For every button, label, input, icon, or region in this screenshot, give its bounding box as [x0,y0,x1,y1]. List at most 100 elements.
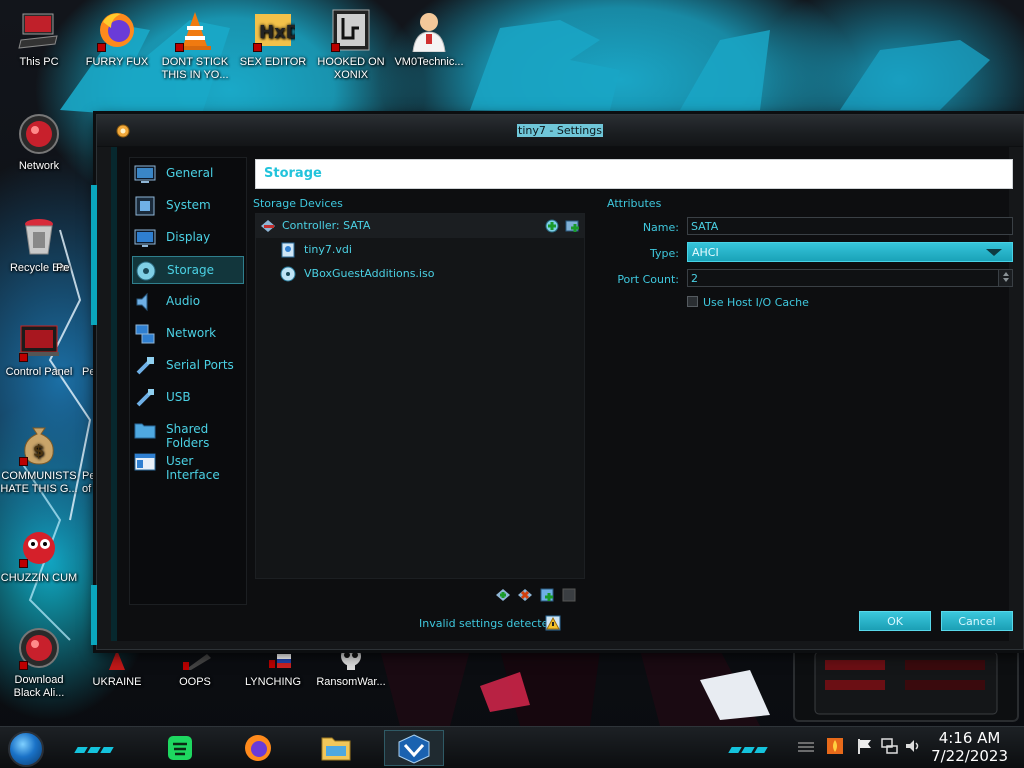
start-button[interactable] [8,731,44,767]
add-controller-icon[interactable] [495,587,511,603]
attributes-heading: Attributes [607,197,662,210]
desktop-icon-label: HOOKED ON XONIX [317,56,385,81]
host-io-cache-checkbox[interactable] [687,296,698,307]
taskbar-spotify[interactable] [156,730,204,766]
desktop-icon-network[interactable]: Network [0,112,78,173]
general-icon [134,165,156,183]
serial-ports-icon [136,357,154,375]
controller-row[interactable]: Controller: SATA [256,214,584,238]
desktop-icon-label: Pe of [82,470,96,495]
page-title: Storage [255,159,1013,189]
invalid-settings-message: Invalid settings detected [419,617,556,630]
type-select-value: AHCI [692,246,719,259]
virtualbox-icon [398,734,430,764]
desktop-icon-dont-stick[interactable]: DONT STICK THIS IN YO... [156,8,234,82]
chuzzle-icon [17,524,61,568]
hard-disk-icon [281,242,295,258]
desktop-icon-label: Pe [82,366,96,378]
storage-icon [136,261,156,281]
cancel-button[interactable]: Cancel [941,611,1013,631]
desktop-icon-this-pc[interactable]: This PC [0,8,78,69]
controller-icon [261,220,275,232]
clock-date: 7/22/2023 [931,747,1008,765]
xonix-game-icon [329,8,373,52]
nav-item-shared-folders[interactable]: Shared Folders [132,416,244,450]
desktop-icon-vm0technic[interactable]: VM0Technic... [390,8,468,69]
firefox-icon [245,735,271,761]
desktop-icon-chuzzin[interactable]: CHUZZIN CUM [0,524,78,585]
taskbar: 4:16 AM 7/22/2023 [0,726,1024,768]
window-content: General System Display Storage Audio Net… [111,147,1013,641]
hxd-icon: HxD [251,8,301,52]
desktop-icon-label: Network [18,160,60,172]
desktop-icon-label: SEX EDITOR [239,56,307,68]
network-orb-icon [17,112,61,156]
add-hard-disk-icon[interactable] [564,218,580,234]
host-io-cache-label: Use Host I/O Cache [703,296,809,309]
storage-tree[interactable]: Controller: SATA tiny7.vdi VBoxGuestAddi… [255,213,585,579]
remove-attachment-icon[interactable] [561,587,577,603]
add-optical-drive-icon[interactable] [544,218,560,234]
window-titlebar[interactable]: tiny7 - Settings [97,115,1023,147]
device-row-iso[interactable]: VBoxGuestAdditions.iso [256,262,584,286]
window-title: tiny7 - Settings [517,124,603,137]
nav-item-audio[interactable]: Audio [132,288,244,316]
nav-item-usb[interactable]: USB [132,384,244,412]
chevron-down-icon [986,249,1002,256]
taskbar-firefox[interactable] [234,730,282,766]
desktop-icon-communists[interactable]: $ COMMUNISTS HATE THIS G... [0,422,78,496]
remove-controller-icon[interactable] [517,587,533,603]
taskbar-clock[interactable]: 4:16 AM 7/22/2023 [931,729,1008,765]
add-attachment-icon[interactable] [539,587,555,603]
file-explorer-icon [321,737,351,761]
taskbar-virtualbox[interactable] [384,730,444,766]
nav-item-general[interactable]: General [132,160,244,188]
nav-item-network[interactable]: Network [132,320,244,348]
flag-icon[interactable] [856,737,874,755]
network-tray-icon[interactable] [880,737,898,755]
nav-item-system[interactable]: System [132,192,244,220]
usb-icon [136,389,154,407]
desktop-icon-label: Download Black Ali... [13,674,65,699]
show-hidden-icons-icon[interactable] [796,741,816,753]
recycle-bin-icon [17,214,61,258]
device-row-vdi[interactable]: tiny7.vdi [256,238,584,262]
port-count-stepper[interactable]: 2 [687,269,1013,287]
desktop-icon-sex-editor[interactable]: HxD SEX EDITOR [234,8,312,69]
desktop-icon-label: FURRY FUX [85,56,149,68]
nav-item-storage[interactable]: Storage [132,256,244,284]
type-select[interactable]: AHCI [687,242,1013,262]
display-icon [134,229,156,247]
fire-icon[interactable] [826,737,844,755]
desktop-icon-label: CHUZZIN CUM [0,572,78,584]
taskbar-decoration [74,742,115,753]
nav-item-serial-ports[interactable]: Serial Ports [132,352,244,380]
volume-icon[interactable] [904,737,922,755]
type-label: Type: [650,247,679,260]
svg-text:$: $ [33,441,44,460]
nav-item-user-interface[interactable]: User Interface [132,448,244,482]
desktop-icon-label: DONT STICK THIS IN YO... [161,56,229,81]
stepper-arrows-icon[interactable] [998,270,1012,286]
nav-item-display[interactable]: Display [132,224,244,252]
ok-button[interactable]: OK [859,611,931,631]
desktop-icon-control-panel[interactable]: Control Panel [0,318,78,379]
settings-window[interactable]: tiny7 - Settings General System Display … [91,114,1024,650]
desktop-icon-partial[interactable]: Pe [56,262,96,275]
clock-time: 4:16 AM [938,729,1001,747]
desktop-icon-label: UKRAINE [92,676,142,688]
desktop-icon-label: COMMUNISTS HATE THIS G... [0,470,78,495]
download-orb-icon [17,626,61,670]
name-label: Name: [642,221,679,234]
desktop-icon-furry-fux[interactable]: FURRY FUX [78,8,156,69]
optical-disc-icon [280,266,296,282]
user-interface-icon [134,453,156,471]
warning-icon[interactable] [545,615,561,631]
audio-icon [136,292,148,312]
desktop-icon-hooked-on-xonix[interactable]: HOOKED ON XONIX [312,8,390,82]
money-bag-icon: $ [17,422,61,466]
taskbar-file-explorer[interactable] [312,730,360,766]
desktop-icon-download-black[interactable]: Download Black Ali... [0,626,78,700]
name-field[interactable]: SATA [687,217,1013,235]
firefox-icon [95,8,139,52]
